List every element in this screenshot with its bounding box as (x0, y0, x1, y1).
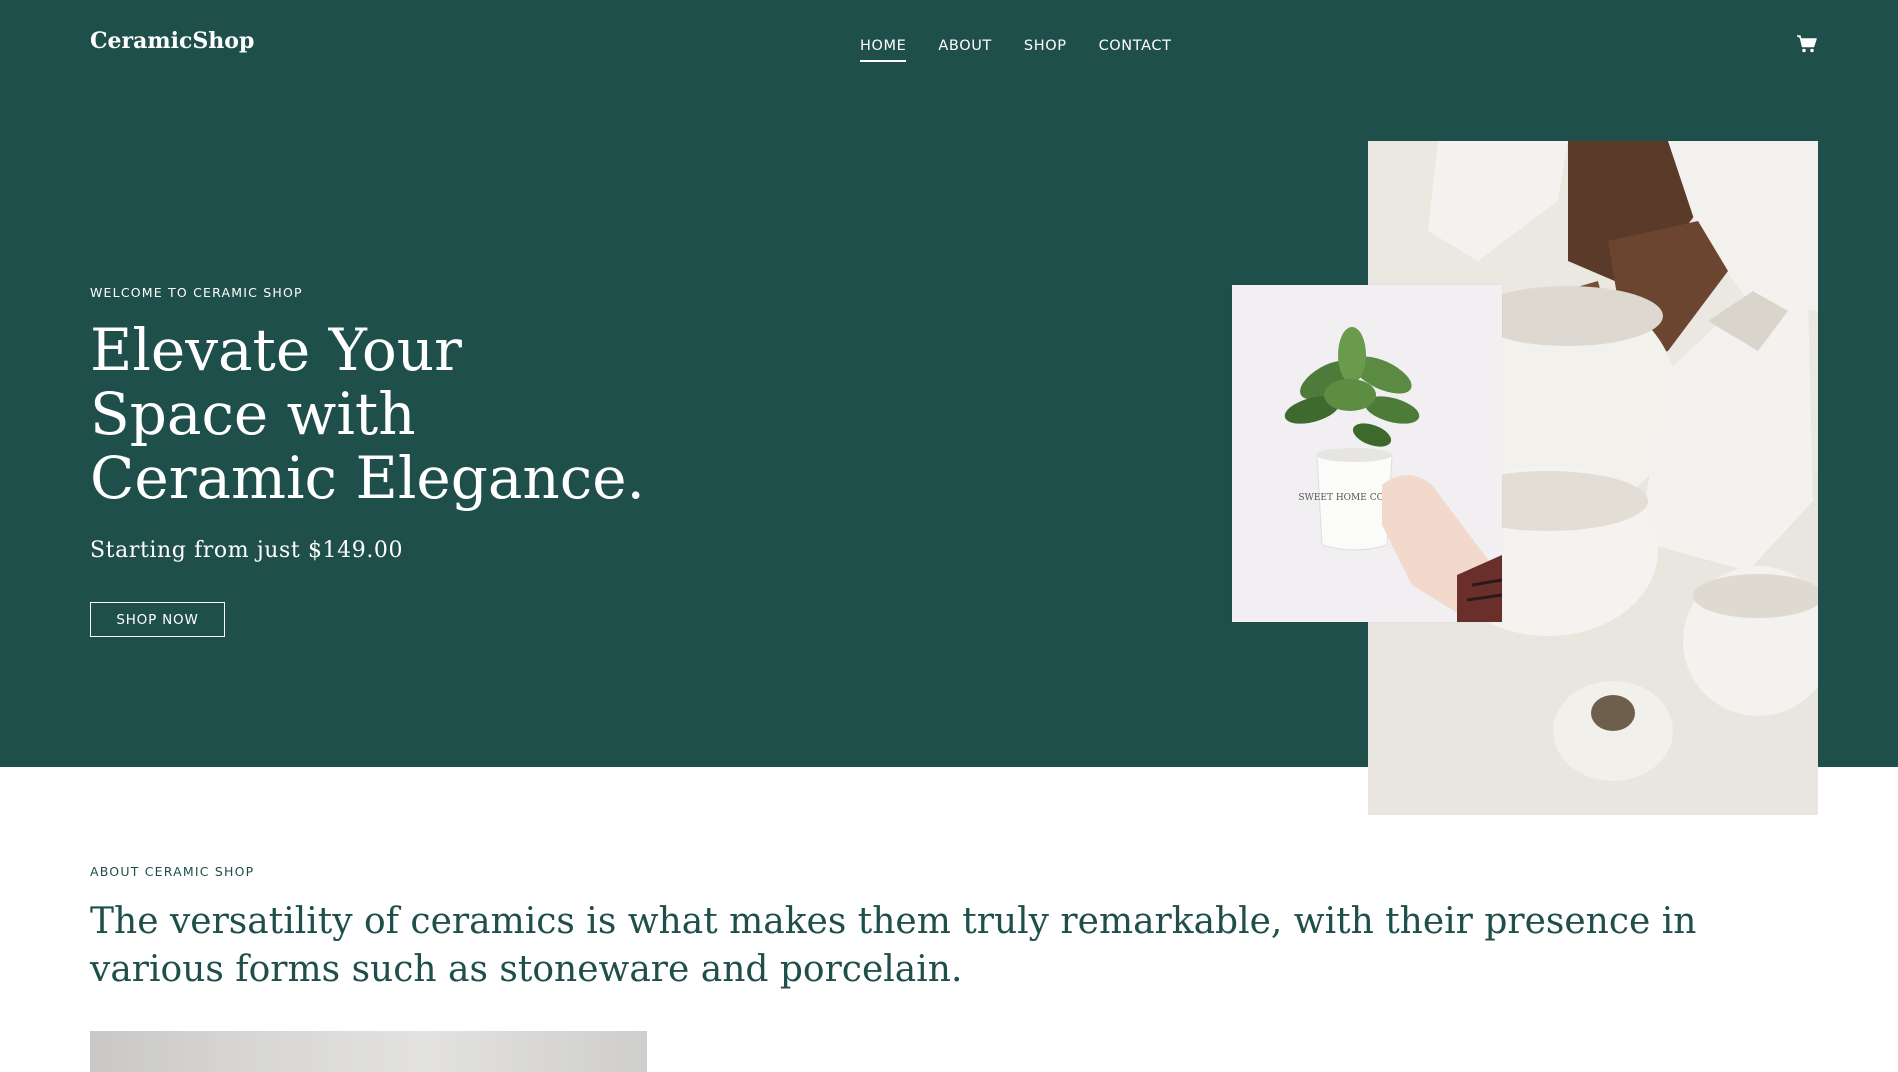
about-eyebrow: ABOUT CERAMIC SHOP (90, 864, 255, 879)
shopping-cart-icon[interactable] (1796, 34, 1818, 54)
shop-now-button[interactable]: SHOP NOW (90, 602, 225, 637)
hero-headline: Elevate Your Space with Ceramic Elegance… (90, 318, 710, 510)
hero-eyebrow: WELCOME TO CERAMIC SHOP (90, 285, 303, 300)
hero-image-plant-mug: SWEET HOME COFFEE (1232, 285, 1502, 622)
hero-headline-line-1: Elevate Your (90, 316, 462, 384)
about-image (90, 1031, 647, 1072)
hero-headline-line-3: Ceramic Elegance. (90, 444, 645, 512)
hero-headline-line-2: Space with (90, 380, 416, 448)
nav-home[interactable]: HOME (860, 38, 907, 62)
nav-contact[interactable]: CONTACT (1099, 38, 1172, 62)
about-text: The versatility of ceramics is what make… (90, 901, 1697, 990)
nav-about[interactable]: ABOUT (938, 38, 992, 62)
brand-logo[interactable]: CeramicShop (90, 28, 254, 54)
nav-shop[interactable]: SHOP (1024, 38, 1067, 62)
main-nav: HOME ABOUT SHOP CONTACT (860, 38, 1172, 62)
hero-price: Starting from just $149.00 (90, 538, 404, 563)
